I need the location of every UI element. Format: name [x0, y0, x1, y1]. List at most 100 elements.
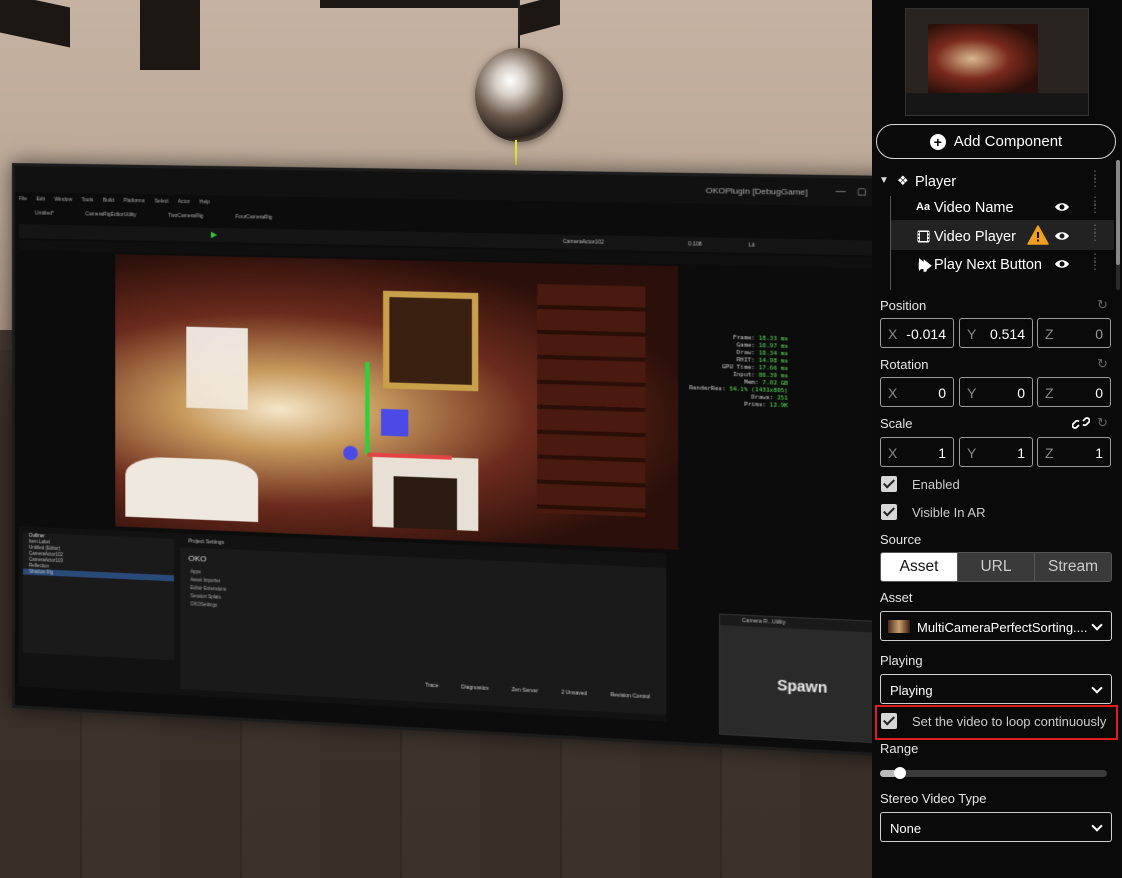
visible-in-ar-checkbox[interactable]: [881, 504, 897, 520]
tab-untitled[interactable]: Untitled*: [35, 210, 54, 216]
rotation-y-value: 0: [1017, 385, 1025, 401]
menu-select[interactable]: Select: [154, 198, 168, 204]
position-y-field[interactable]: Y 0.514: [959, 318, 1033, 348]
stat-key: Mem:: [743, 379, 763, 387]
eye-icon[interactable]: [1054, 256, 1070, 272]
stereo-video-type-label: Stereo Video Type: [880, 791, 987, 806]
menu-edit[interactable]: Edit: [36, 196, 45, 202]
loop-checkbox[interactable]: [881, 713, 897, 729]
stat-value: 12.9K: [769, 402, 789, 410]
chevron-down-icon[interactable]: ▼: [879, 175, 889, 186]
add-component-label: Add Component: [953, 133, 1063, 150]
3d-viewport[interactable]: OKOPlugin [DebugGame] —▢✕ File Edit Wind…: [0, 0, 872, 878]
menu-build[interactable]: Build: [103, 198, 114, 204]
scale-x-value: 1: [938, 445, 946, 461]
axis-label: X: [888, 385, 898, 401]
editor-viewport[interactable]: [115, 254, 679, 550]
axis-label: Z: [1045, 326, 1054, 342]
source-option-stream[interactable]: Stream: [1035, 553, 1111, 581]
reset-icon[interactable]: ↻: [1097, 298, 1111, 312]
scale-z-value: 1: [1095, 445, 1103, 461]
drag-handle-icon[interactable]: ⋮ ⋮: [1089, 169, 1101, 188]
visible-in-ar-label: Visible In AR: [912, 505, 986, 520]
menu-help[interactable]: Help: [199, 199, 210, 205]
revision-control-button[interactable]: Revision Control: [610, 692, 650, 700]
tab-four-camera-rig[interactable]: FourCameraRig: [236, 214, 273, 221]
rotation-x-field[interactable]: X 0: [880, 377, 954, 407]
warning-icon[interactable]: [1027, 225, 1049, 245]
eye-icon[interactable]: [1054, 199, 1070, 215]
tree-item-video-name[interactable]: Aa Video Name ⋮ ⋮: [872, 194, 1114, 222]
source-option-url[interactable]: URL: [958, 553, 1035, 581]
rotation-label: Rotation: [880, 357, 929, 372]
tree-scrollbar-thumb[interactable]: [1116, 160, 1120, 265]
stat-key: Game:: [736, 342, 759, 350]
source-option-asset[interactable]: Asset: [881, 553, 958, 581]
ps-item[interactable]: OKOSettings: [190, 600, 226, 610]
tree-item-label: Play Next Button: [934, 257, 1042, 273]
link-icon[interactable]: [1072, 416, 1090, 430]
chevron-down-icon: [1091, 619, 1103, 631]
stat-key: Frame:: [732, 334, 759, 342]
trace-button[interactable]: Trace: [425, 683, 438, 690]
spawn-button[interactable]: Spawn: [720, 674, 872, 699]
scale-x-field[interactable]: X 1: [880, 437, 954, 467]
outliner-panel: Outliner Item Label Untitled (Editor) Ca…: [22, 532, 175, 661]
scale-y-field[interactable]: Y 1: [959, 437, 1033, 467]
enabled-checkbox[interactable]: [881, 476, 897, 492]
editor-monitor[interactable]: OKOPlugin [DebugGame] —▢✕ File Edit Wind…: [12, 163, 872, 759]
spawn-panel-tab[interactable]: Camera R...Utility: [720, 614, 872, 633]
sphere-wire: [518, 0, 520, 50]
position-z-field[interactable]: Z 0: [1037, 318, 1111, 348]
menu-platforms[interactable]: Platforms: [123, 198, 144, 204]
tree-item-player[interactable]: ▼ ❖ Player ⋮ ⋮: [872, 168, 1114, 196]
tree-item-play-next-button[interactable]: 🡆 Play Next Button ⋮⋮: [872, 251, 1114, 279]
speed-value[interactable]: 0.108: [688, 241, 702, 248]
camera-selector[interactable]: CameraActor102: [563, 239, 604, 246]
reset-icon[interactable]: ↻: [1097, 416, 1111, 430]
menu-file[interactable]: File: [19, 196, 27, 202]
diagnostics-button[interactable]: Diagnostics: [461, 684, 489, 692]
window-controls[interactable]: —▢✕: [836, 186, 872, 199]
stat-key: Prims:: [743, 401, 770, 409]
playing-label: Playing: [880, 653, 923, 668]
position-x-field[interactable]: X -0.014: [880, 318, 954, 348]
axis-label: Y: [967, 385, 977, 401]
rotation-y-field[interactable]: Y 0: [959, 377, 1033, 407]
rotation-z-field[interactable]: Z 0: [1037, 377, 1111, 407]
drag-handle-icon[interactable]: ⋮ ⋮: [1089, 195, 1101, 214]
asset-dropdown[interactable]: MultiCameraPerfectSorting....: [880, 611, 1112, 641]
gizmo-y-axis[interactable]: [365, 362, 370, 455]
play-icon[interactable]: ▶: [211, 230, 217, 239]
fireplace: [372, 454, 479, 532]
menu-window[interactable]: Window: [54, 197, 72, 203]
stereo-video-type-dropdown[interactable]: None: [880, 812, 1112, 842]
reset-icon[interactable]: ↻: [1097, 357, 1111, 371]
stat-key: RenderRes:: [689, 385, 730, 393]
drag-handle-icon[interactable]: ⋮ ⋮: [1089, 223, 1101, 242]
unsaved-indicator[interactable]: 2 Unsaved: [561, 690, 587, 698]
menu-tools[interactable]: Tools: [82, 197, 94, 203]
tab-two-camera-rig[interactable]: TwoCameraRig: [168, 213, 203, 220]
scale-z-field[interactable]: Z 1: [1037, 437, 1111, 467]
add-component-button[interactable]: + Add Component: [876, 124, 1116, 159]
stat-key: RHIT:: [736, 357, 759, 365]
asset-value: MultiCameraPerfectSorting....: [917, 620, 1088, 635]
menu-actor[interactable]: Actor: [178, 199, 190, 205]
playing-dropdown[interactable]: Playing: [880, 674, 1112, 704]
range-slider-handle[interactable]: [894, 767, 907, 779]
drag-handle-icon[interactable]: ⋮ ⋮: [1089, 252, 1101, 271]
asset-thumbnail: [888, 620, 910, 633]
eye-icon[interactable]: [1054, 228, 1070, 244]
tab-camera-rig-utility[interactable]: CameraRigEditorUtility: [85, 211, 136, 218]
zen-server-button[interactable]: Zen Server: [512, 687, 539, 695]
axis-label: X: [888, 326, 898, 342]
gizmo-z-handle[interactable]: [343, 445, 358, 461]
gizmo-plane-handle[interactable]: [380, 408, 409, 437]
view-mode[interactable]: Lit: [749, 242, 755, 248]
stat-value: 251: [777, 395, 789, 402]
component-group-icon: ❖: [897, 173, 909, 188]
project-settings-tab[interactable]: Project Settings: [188, 538, 224, 546]
tree-item-video-player[interactable]: Video Player ⋮ ⋮: [872, 222, 1114, 250]
range-slider-track[interactable]: [880, 770, 1107, 777]
